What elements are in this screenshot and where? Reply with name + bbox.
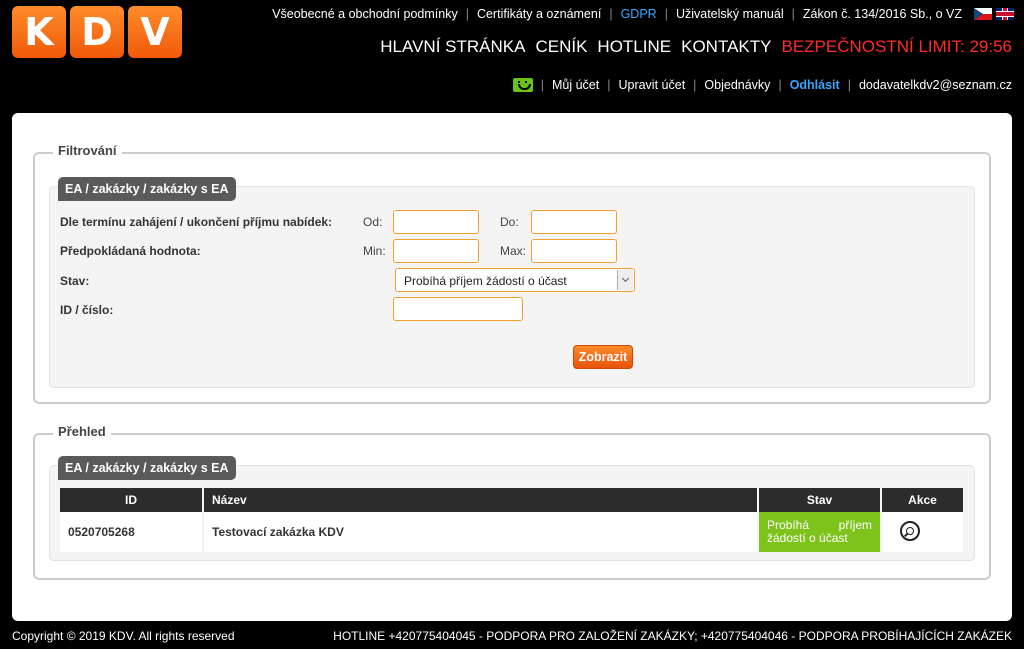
filter-box: EA / zakázky / zakázky s EA Dle termínu … — [49, 177, 975, 388]
nav-home[interactable]: HLAVNÍ STRÁNKA — [380, 37, 525, 57]
security-limit-timer: BEZPEČNOSTNÍ LIMIT: 29:56 — [781, 37, 1012, 56]
separator: | — [465, 7, 469, 21]
id-input[interactable] — [393, 297, 523, 321]
separator: | — [607, 78, 611, 92]
main-nav: HLAVNÍ STRÁNKA CENÍK HOTLINE KONTAKTY BE… — [380, 37, 1012, 57]
date-to-input[interactable] — [531, 210, 617, 234]
filter-fieldset: Filtrování EA / zakázky / zakázky s EA D… — [33, 143, 991, 404]
to-label: Do: — [500, 215, 519, 229]
magnifier-icon[interactable] — [900, 520, 920, 541]
certificates-link[interactable]: Certifikáty a oznámení — [477, 7, 601, 21]
law-link[interactable]: Zákon č. 134/2016 Sb., o VZ — [803, 7, 962, 21]
date-from-input[interactable] — [393, 210, 479, 234]
smiley-icon — [512, 78, 533, 92]
czech-flag-icon[interactable] — [974, 8, 992, 20]
logout-link[interactable]: Odhlásit — [790, 78, 840, 92]
column-header-id[interactable]: ID — [60, 488, 202, 512]
nav-contacts[interactable]: KONTAKTY — [681, 37, 771, 57]
gdpr-link[interactable]: GDPR — [621, 7, 657, 21]
overview-legend: Přehled — [53, 424, 111, 439]
separator: | — [540, 78, 544, 92]
chevron-down-icon[interactable] — [617, 270, 633, 290]
logo[interactable]: K D V — [12, 6, 182, 58]
column-header-status[interactable]: Stav — [759, 488, 880, 512]
terms-link[interactable]: Všeobecné a obchodní podmínky — [272, 7, 458, 21]
logo-letter: D — [70, 6, 124, 58]
top-links: Všeobecné a obchodní podmínky | Certifik… — [272, 6, 1014, 22]
separator: | — [693, 78, 697, 92]
separator: | — [791, 7, 795, 21]
column-header-actions: Akce — [882, 488, 963, 512]
orders-table: ID Název Stav Akce 0520705268 Testovací … — [58, 488, 965, 552]
cell-name[interactable]: Testovací zakázka KDV — [204, 512, 757, 552]
value-label: Předpokládaná hodnota: — [60, 244, 201, 258]
cell-actions — [882, 512, 963, 552]
content-panel: Filtrování EA / zakázky / zakázky s EA D… — [12, 113, 1012, 621]
cell-id: 0520705268 — [60, 512, 202, 552]
value-max-input[interactable] — [531, 239, 617, 263]
logo-letter: K — [12, 6, 66, 58]
column-header-name[interactable]: Název — [204, 488, 757, 512]
manual-link[interactable]: Uživatelský manuál — [676, 7, 784, 21]
edit-account-link[interactable]: Upravit účet — [618, 78, 685, 92]
orders-link[interactable]: Objednávky — [704, 78, 770, 92]
copyright: Copyright © 2019 KDV. All rights reserve… — [12, 629, 235, 643]
overview-fieldset: Přehled EA / zakázky / zakázky s EA ID N… — [33, 424, 991, 580]
from-label: Od: — [363, 215, 383, 229]
logo-letter: V — [128, 6, 182, 58]
nav-pricing[interactable]: CENÍK — [535, 37, 587, 57]
my-account-link[interactable]: Můj účet — [552, 78, 599, 92]
separator: | — [847, 78, 851, 92]
status-label: Stav: — [60, 274, 90, 288]
hotline-info: HOTLINE +420775404045 - PODPORA PRO ZALO… — [333, 629, 1012, 643]
max-label: Max: — [500, 244, 527, 258]
separator: | — [778, 78, 782, 92]
nav-hotline[interactable]: HOTLINE — [597, 37, 671, 57]
uk-flag-icon[interactable] — [996, 8, 1014, 20]
table-row[interactable]: 0520705268 Testovací zakázka KDV Probíhá… — [60, 512, 963, 552]
separator: | — [609, 7, 613, 21]
status-select-value: Probíhá příjem žádostí o účast — [404, 274, 567, 288]
filter-legend: Filtrování — [53, 143, 122, 158]
min-label: Min: — [363, 244, 386, 258]
date-label: Dle termínu zahájení / ukončení příjmu n… — [60, 215, 333, 229]
overview-box: EA / zakázky / zakázky s EA ID Název Sta… — [49, 456, 975, 561]
id-label: ID / číslo: — [60, 303, 114, 317]
status-badge: Probíhá příjem žádostí o účast — [759, 512, 880, 552]
value-min-input[interactable] — [393, 239, 479, 263]
show-button[interactable]: Zobrazit — [573, 345, 633, 369]
overview-section-tag: EA / zakázky / zakázky s EA — [58, 456, 236, 480]
table-header-row: ID Název Stav Akce — [60, 488, 963, 512]
status-select[interactable]: Probíhá příjem žádostí o účast — [395, 268, 635, 292]
separator: | — [664, 7, 668, 21]
filter-section-tag: EA / zakázky / zakázky s EA — [58, 177, 236, 201]
user-email: dodavatelkdv2@seznam.cz — [858, 78, 1012, 92]
user-bar: | Můj účet | Upravit účet | Objednávky |… — [512, 78, 1012, 92]
